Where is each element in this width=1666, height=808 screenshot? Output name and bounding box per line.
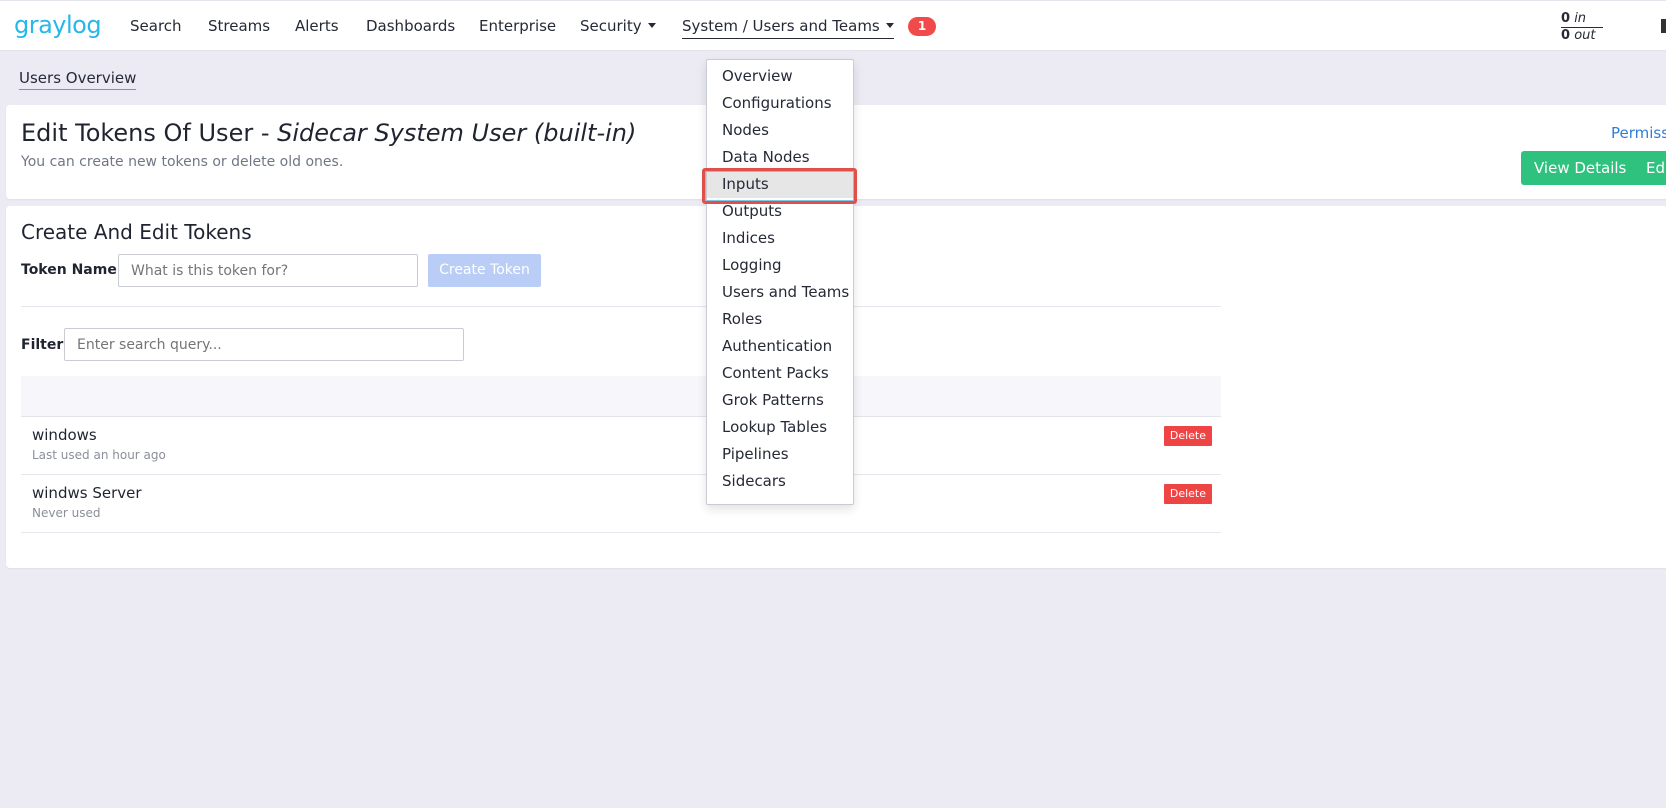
graylog-logo[interactable]: graylog (14, 11, 102, 39)
nav-search[interactable]: Search (130, 17, 182, 35)
tokens-table-header (21, 376, 1221, 417)
token-last-used: Never used (32, 506, 101, 520)
menu-item-overview[interactable]: Overview (707, 63, 853, 90)
token-name-label: Token Name (21, 262, 117, 278)
token-name: windows (32, 426, 97, 444)
breadcrumb-users-overview[interactable]: Users Overview (19, 69, 137, 90)
filter-label: Filter (21, 337, 64, 353)
menu-item-roles[interactable]: Roles (707, 306, 853, 333)
divider (21, 306, 1221, 307)
menu-item-inputs[interactable]: Inputs (707, 171, 853, 198)
menu-item-sidecars[interactable]: Sidecars (707, 468, 853, 495)
section-title: Create And Edit Tokens (21, 220, 252, 244)
nav-enterprise[interactable]: Enterprise (479, 17, 556, 35)
page-title: Edit Tokens Of User - Sidecar System Use… (21, 119, 636, 147)
throughput-out-value: 0 (1561, 28, 1571, 43)
menu-item-grok-patterns[interactable]: Grok Patterns (707, 387, 853, 414)
top-navbar: graylog Search Streams Alerts Dashboards… (0, 0, 1666, 51)
page-title-prefix: Edit Tokens Of User - (21, 119, 278, 147)
nav-dashboards[interactable]: Dashboards (366, 17, 455, 35)
nav-security-label: Security (580, 17, 642, 35)
menu-item-pipelines[interactable]: Pipelines (707, 441, 853, 468)
chevron-down-icon (647, 23, 656, 28)
nav-alerts[interactable]: Alerts (295, 17, 339, 35)
view-details-button[interactable]: View Details (1521, 151, 1640, 185)
nav-streams[interactable]: Streams (208, 17, 270, 35)
throughput-in-label: in (1574, 11, 1587, 26)
delete-token-button[interactable]: Delete (1163, 426, 1212, 446)
notification-badge[interactable]: 1 (908, 17, 936, 36)
menu-item-authentication[interactable]: Authentication (707, 333, 853, 360)
permissions-link[interactable]: Permissi (1611, 124, 1666, 142)
menu-item-content-packs[interactable]: Content Packs (707, 360, 853, 387)
nav-system-label: System / Users and Teams (682, 17, 880, 35)
menu-item-lookup-tables[interactable]: Lookup Tables (707, 414, 853, 441)
token-name: windws Server (32, 484, 142, 502)
page-title-user: Sidecar System User (built-in) (277, 119, 637, 147)
nav-security[interactable]: Security (580, 17, 656, 35)
throughput-out-label: out (1574, 28, 1596, 43)
token-row: windows Last used an hour ago Delete (21, 417, 1221, 475)
user-menu-icon[interactable] (1661, 19, 1666, 33)
throughput-indicator[interactable]: 0 in 0 out (1561, 11, 1603, 43)
throughput-in-value: 0 (1561, 11, 1571, 26)
nav-system[interactable]: System / Users and Teams (682, 17, 894, 39)
token-name-input[interactable] (118, 254, 418, 287)
token-row: windws Server Never used Delete (21, 475, 1221, 533)
filter-input[interactable] (64, 328, 464, 361)
page-description: You can create new tokens or delete old … (21, 154, 344, 170)
edit-user-button[interactable]: Edi (1633, 151, 1666, 185)
menu-item-logging[interactable]: Logging (707, 252, 853, 279)
create-token-button[interactable]: Create Token (428, 254, 541, 287)
token-last-used: Last used an hour ago (32, 448, 166, 462)
menu-item-data-nodes[interactable]: Data Nodes (707, 144, 853, 171)
menu-item-indices[interactable]: Indices (707, 225, 853, 252)
menu-item-configurations[interactable]: Configurations (707, 90, 853, 117)
menu-item-nodes[interactable]: Nodes (707, 117, 853, 144)
delete-token-button[interactable]: Delete (1163, 484, 1212, 504)
menu-item-users-and-teams[interactable]: Users and Teams (707, 279, 853, 306)
menu-item-outputs[interactable]: Outputs (707, 198, 853, 225)
system-dropdown-menu: Overview Configurations Nodes Data Nodes… (706, 59, 854, 505)
chevron-down-icon (885, 23, 894, 28)
